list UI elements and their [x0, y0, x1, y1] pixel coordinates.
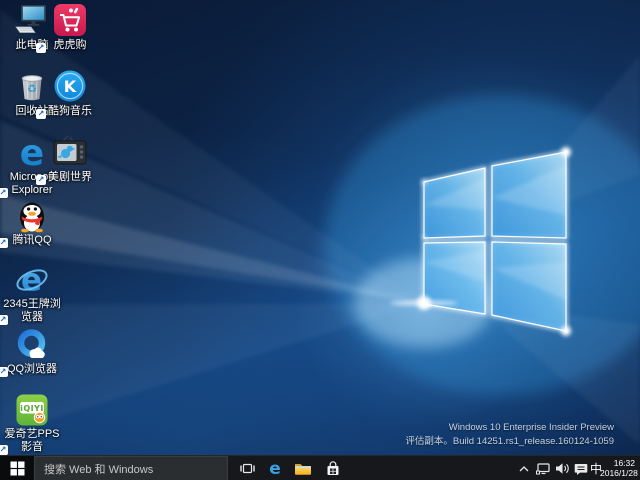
iqiyi-icon: iQIYI	[14, 392, 50, 426]
edge-icon: e	[269, 459, 281, 479]
clock-date: 2016/1/28	[600, 468, 635, 478]
store-bag-icon	[325, 461, 341, 477]
2345-e-icon: e	[14, 262, 50, 296]
file-explorer-button[interactable]	[290, 456, 316, 480]
search-placeholder: 搜索 Web 和 Windows	[44, 461, 153, 477]
shortcut-arrow-icon: ↗	[0, 445, 8, 455]
shortcut-arrow-icon: ↗	[36, 43, 46, 53]
svg-text:K: K	[64, 77, 77, 96]
windows-logo-icon	[10, 461, 25, 476]
folder-icon	[294, 461, 312, 476]
shortcut-arrow-icon: ↗	[0, 315, 8, 325]
shortcut-arrow-icon: ↗	[0, 238, 8, 248]
taskbar-search-box[interactable]: 搜索 Web 和 Windows	[34, 456, 228, 480]
desktop-icon-label: 虎虎购	[38, 39, 102, 52]
taskbar: 搜索 Web 和 Windows e	[0, 455, 640, 480]
watermark-line2: 评估副本。Build 14251.rs1_release.160124-1059	[405, 435, 614, 449]
qq-browser-q-icon	[14, 327, 50, 361]
desktop-icon-2345-browser[interactable]: e ↗ 2345王牌浏览器	[0, 262, 64, 324]
hidden-icons-chevron[interactable]	[516, 456, 532, 480]
desktop-icon-label: 腾讯QQ	[0, 234, 64, 247]
shortcut-arrow-icon: ↗	[0, 367, 8, 377]
desktop-icon-qq-browser[interactable]: ↗ QQ浏览器	[0, 327, 64, 376]
watermark-line1: Windows 10 Enterprise Insider Preview	[405, 421, 614, 435]
tv-bird-icon	[52, 135, 88, 169]
insider-preview-watermark: Windows 10 Enterprise Insider Preview 评估…	[405, 421, 614, 449]
desktop-icon-tencent-qq[interactable]: ↗ 腾讯QQ	[0, 198, 64, 247]
task-view-icon	[239, 461, 256, 476]
action-center-button[interactable]	[572, 456, 589, 480]
svg-text:iQIYI: iQIYI	[20, 404, 44, 413]
volume-tray-button[interactable]	[553, 456, 571, 480]
qq-penguin-icon	[14, 198, 50, 232]
action-center-icon	[574, 462, 588, 476]
svg-text:♻: ♻	[27, 83, 37, 96]
svg-text:e: e	[21, 263, 42, 299]
desktop-icon-label: 2345王牌浏览器	[0, 298, 64, 324]
desktop-icon-label: 爱奇艺PPS 影音	[0, 428, 64, 454]
start-button[interactable]	[0, 456, 34, 480]
desktop-icon-huhugou[interactable]: ↗ 虎虎购	[38, 3, 102, 52]
shortcut-arrow-icon: ↗	[36, 175, 46, 185]
desktop-icon-iqiyi-pps[interactable]: iQIYI ↗ 爱奇艺PPS 影音	[0, 392, 64, 454]
shopping-cart-icon	[52, 3, 88, 37]
desktop-icon-label: 美剧世界	[38, 171, 102, 184]
shortcut-arrow-icon: ↗	[0, 188, 8, 198]
edge-button[interactable]: e	[262, 456, 288, 480]
store-button[interactable]	[320, 456, 346, 480]
speaker-icon	[555, 462, 570, 475]
taskbar-clock[interactable]: 16:32 2016/1/28	[600, 456, 638, 480]
shortcut-arrow-icon: ↗	[36, 109, 46, 119]
clock-time: 16:32	[600, 458, 635, 468]
task-view-button[interactable]	[234, 456, 260, 480]
chevron-up-icon	[518, 464, 530, 474]
desktop-icon-meiju-shijie[interactable]: ↗ 美剧世界	[38, 135, 102, 184]
network-icon	[535, 462, 551, 476]
desktop-icon-kugou-music[interactable]: K ↗ 酷狗音乐	[38, 69, 102, 118]
desktop-icon-label: QQ浏览器	[0, 363, 64, 376]
kugou-k-icon: K	[52, 69, 88, 103]
network-tray-button[interactable]	[534, 456, 552, 480]
desktop-icon-label: 酷狗音乐	[38, 105, 102, 118]
windows-desktop: 此电脑 ↗ 虎虎购	[0, 0, 640, 480]
